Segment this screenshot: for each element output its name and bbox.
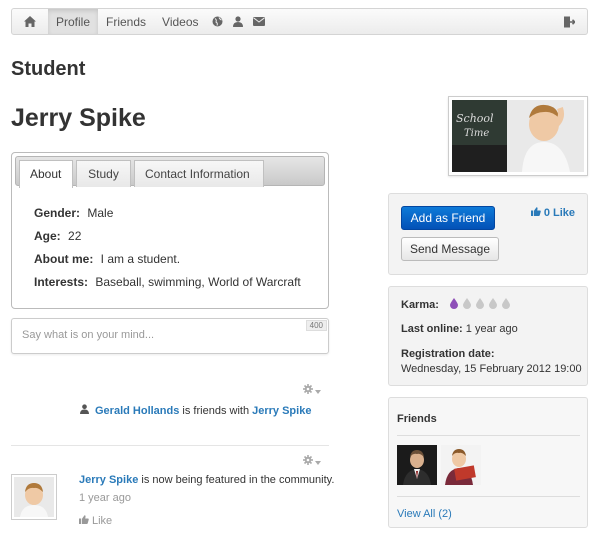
caret-down-icon bbox=[315, 385, 321, 397]
karma-label: Karma: bbox=[401, 298, 439, 311]
karma-drop-icon bbox=[462, 298, 471, 312]
thumbs-up-icon bbox=[79, 515, 89, 527]
avatar[interactable] bbox=[11, 474, 57, 520]
registration-label: Registration date: bbox=[401, 348, 495, 360]
profile-photo[interactable]: School Time bbox=[448, 96, 588, 176]
status-input[interactable] bbox=[22, 329, 302, 341]
age-label: Age: bbox=[34, 229, 61, 243]
target-link[interactable]: Jerry Spike bbox=[252, 405, 311, 417]
like-button[interactable]: Like bbox=[79, 515, 112, 527]
nav-home[interactable] bbox=[12, 9, 48, 34]
profile-name: Jerry Spike bbox=[11, 104, 146, 132]
feed-item-friendship: Gerald Hollands is friends with Jerry Sp… bbox=[80, 404, 311, 417]
interests-row: Interests: Baseball, swimming, World of … bbox=[34, 274, 324, 297]
about-info: Gender: Male Age: 22 About me: I am a st… bbox=[34, 205, 324, 297]
feed-item-options[interactable] bbox=[303, 455, 321, 468]
profile-actions-panel: Add as Friend Send Message 0 Like bbox=[388, 193, 588, 275]
activity-time: 1 year ago bbox=[79, 492, 131, 504]
tab-study[interactable]: Study bbox=[76, 160, 131, 187]
karma-drop-icon bbox=[475, 298, 484, 312]
logout-icon bbox=[563, 16, 575, 28]
about-me-row: About me: I am a student. bbox=[34, 251, 324, 274]
gender-label: Gender: bbox=[34, 206, 81, 220]
gear-icon bbox=[303, 455, 313, 468]
user-icon bbox=[80, 404, 89, 417]
about-me-value: I am a student. bbox=[100, 252, 181, 266]
about-me-label: About me: bbox=[34, 252, 94, 266]
actor-link[interactable]: Jerry Spike bbox=[79, 474, 138, 486]
tab-contact-information[interactable]: Contact Information bbox=[134, 160, 264, 187]
nav-messages[interactable] bbox=[248, 9, 270, 34]
last-online-row: Last online: 1 year ago bbox=[401, 323, 518, 335]
gender-row: Gender: Male bbox=[34, 205, 324, 228]
nav-friends[interactable]: Friends bbox=[98, 9, 154, 34]
activity-text: is now being featured in the community. bbox=[141, 474, 335, 486]
karma-drop-icon bbox=[449, 298, 458, 312]
tab-about[interactable]: About bbox=[19, 160, 73, 188]
divider bbox=[397, 435, 580, 436]
interests-label: Interests: bbox=[34, 275, 89, 289]
activity-verb: is friends with bbox=[182, 404, 250, 417]
karma-drop-icon bbox=[488, 298, 497, 312]
karma-row: Karma: bbox=[401, 298, 510, 312]
svg-text:School: School bbox=[456, 112, 494, 125]
friend-avatar[interactable] bbox=[441, 445, 481, 485]
karma-meter bbox=[449, 298, 510, 312]
friends-panel: Friends View All (2) bbox=[388, 397, 588, 528]
nav-user[interactable] bbox=[228, 9, 248, 34]
char-limit-badge: 400 bbox=[305, 320, 327, 331]
last-online-label: Last online: bbox=[401, 323, 463, 335]
age-value: 22 bbox=[68, 229, 82, 243]
like-count-button[interactable]: 0 Like bbox=[530, 207, 575, 219]
envelope-icon bbox=[252, 17, 265, 26]
actor-link[interactable]: Gerald Hollands bbox=[95, 405, 179, 417]
age-row: Age: 22 bbox=[34, 228, 324, 251]
like-count-label: 0 Like bbox=[543, 207, 575, 219]
home-icon bbox=[24, 16, 36, 27]
feed-item-options[interactable] bbox=[303, 384, 321, 397]
gear-icon bbox=[303, 384, 313, 397]
interests-value: Baseball, swimming, World of Warcraft bbox=[95, 275, 301, 289]
user-icon bbox=[232, 16, 243, 27]
last-online-value: 1 year ago bbox=[465, 323, 518, 335]
profile-tabs-panel: About Study Contact Information Gender: … bbox=[11, 152, 329, 309]
status-box: 400 bbox=[11, 318, 329, 354]
thumbs-up-icon bbox=[530, 207, 541, 219]
friend-avatar[interactable] bbox=[397, 445, 437, 485]
nav-videos[interactable]: Videos bbox=[154, 9, 206, 34]
divider bbox=[397, 496, 580, 497]
feed-divider bbox=[11, 445, 329, 446]
add-friend-button[interactable]: Add as Friend bbox=[401, 206, 495, 230]
feed-item-featured: Jerry Spike is now being featured in the… bbox=[79, 474, 334, 486]
karma-drop-icon bbox=[501, 298, 510, 312]
gender-value: Male bbox=[87, 206, 114, 220]
friends-title: Friends bbox=[397, 413, 437, 425]
svg-text:Time: Time bbox=[464, 128, 489, 139]
tab-strip: About Study Contact Information bbox=[15, 156, 325, 188]
caret-down-icon bbox=[315, 456, 321, 468]
send-message-button[interactable]: Send Message bbox=[401, 237, 499, 261]
nav-profile[interactable]: Profile bbox=[48, 9, 99, 34]
top-navbar: Profile Friends Videos bbox=[11, 8, 588, 35]
registration-value: Wednesday, 15 February 2012 19:00 bbox=[401, 363, 582, 375]
view-all-friends-link[interactable]: View All (2) bbox=[397, 508, 452, 520]
page-heading: Student bbox=[11, 58, 86, 80]
profile-stats-panel: Karma: Last online: 1 year ago Registrat… bbox=[388, 286, 588, 386]
like-label: Like bbox=[92, 515, 113, 527]
nav-globe[interactable] bbox=[207, 9, 228, 34]
globe-icon bbox=[212, 16, 223, 27]
nav-logout[interactable] bbox=[551, 9, 587, 34]
